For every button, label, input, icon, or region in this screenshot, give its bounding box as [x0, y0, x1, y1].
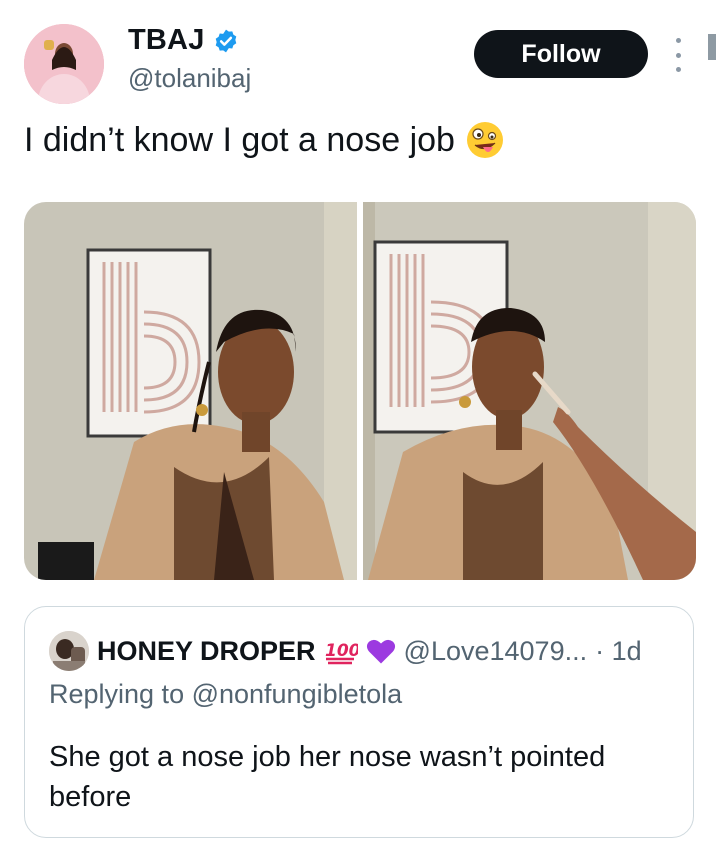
zany-face-emoji-icon [466, 122, 503, 158]
quoted-author-avatar[interactable] [49, 631, 89, 671]
author-name-row: TBAJ [128, 24, 239, 57]
scroll-edge-marker [708, 34, 716, 60]
tweet-text: I didn’t know I got a nose job [24, 120, 455, 159]
replying-to-text: Replying to @nonfungibletola [49, 679, 403, 709]
tweet-text-row: I didn’t know I got a nose job [24, 120, 505, 160]
quoted-timestamp[interactable]: · 1d [595, 636, 642, 667]
tweet-media[interactable] [24, 202, 696, 580]
quoted-tweet[interactable]: HONEY DROPER 100 @Love14079... · 1d Repl… [24, 606, 694, 838]
photo-before[interactable] [24, 202, 357, 580]
follow-button[interactable]: Follow [474, 30, 648, 78]
quoted-author-row: HONEY DROPER 100 @Love14079... · 1d [49, 631, 642, 671]
verified-badge-icon [215, 29, 236, 52]
quoted-tweet-text: She got a nose job her nose wasn’t point… [49, 741, 606, 813]
quoted-author-handle[interactable]: @Love14079... [404, 636, 588, 667]
more-vertical-icon[interactable] [668, 38, 688, 72]
author-display-name[interactable]: TBAJ [128, 24, 205, 57]
hundred-points-emoji-icon: 100 [325, 641, 358, 665]
author-handle[interactable]: @tolanibaj [128, 63, 251, 94]
photo-after[interactable] [363, 202, 696, 580]
quoted-author-display-name[interactable]: HONEY DROPER [97, 636, 316, 667]
author-avatar[interactable] [24, 24, 104, 104]
purple-heart-emoji-icon [366, 639, 395, 664]
